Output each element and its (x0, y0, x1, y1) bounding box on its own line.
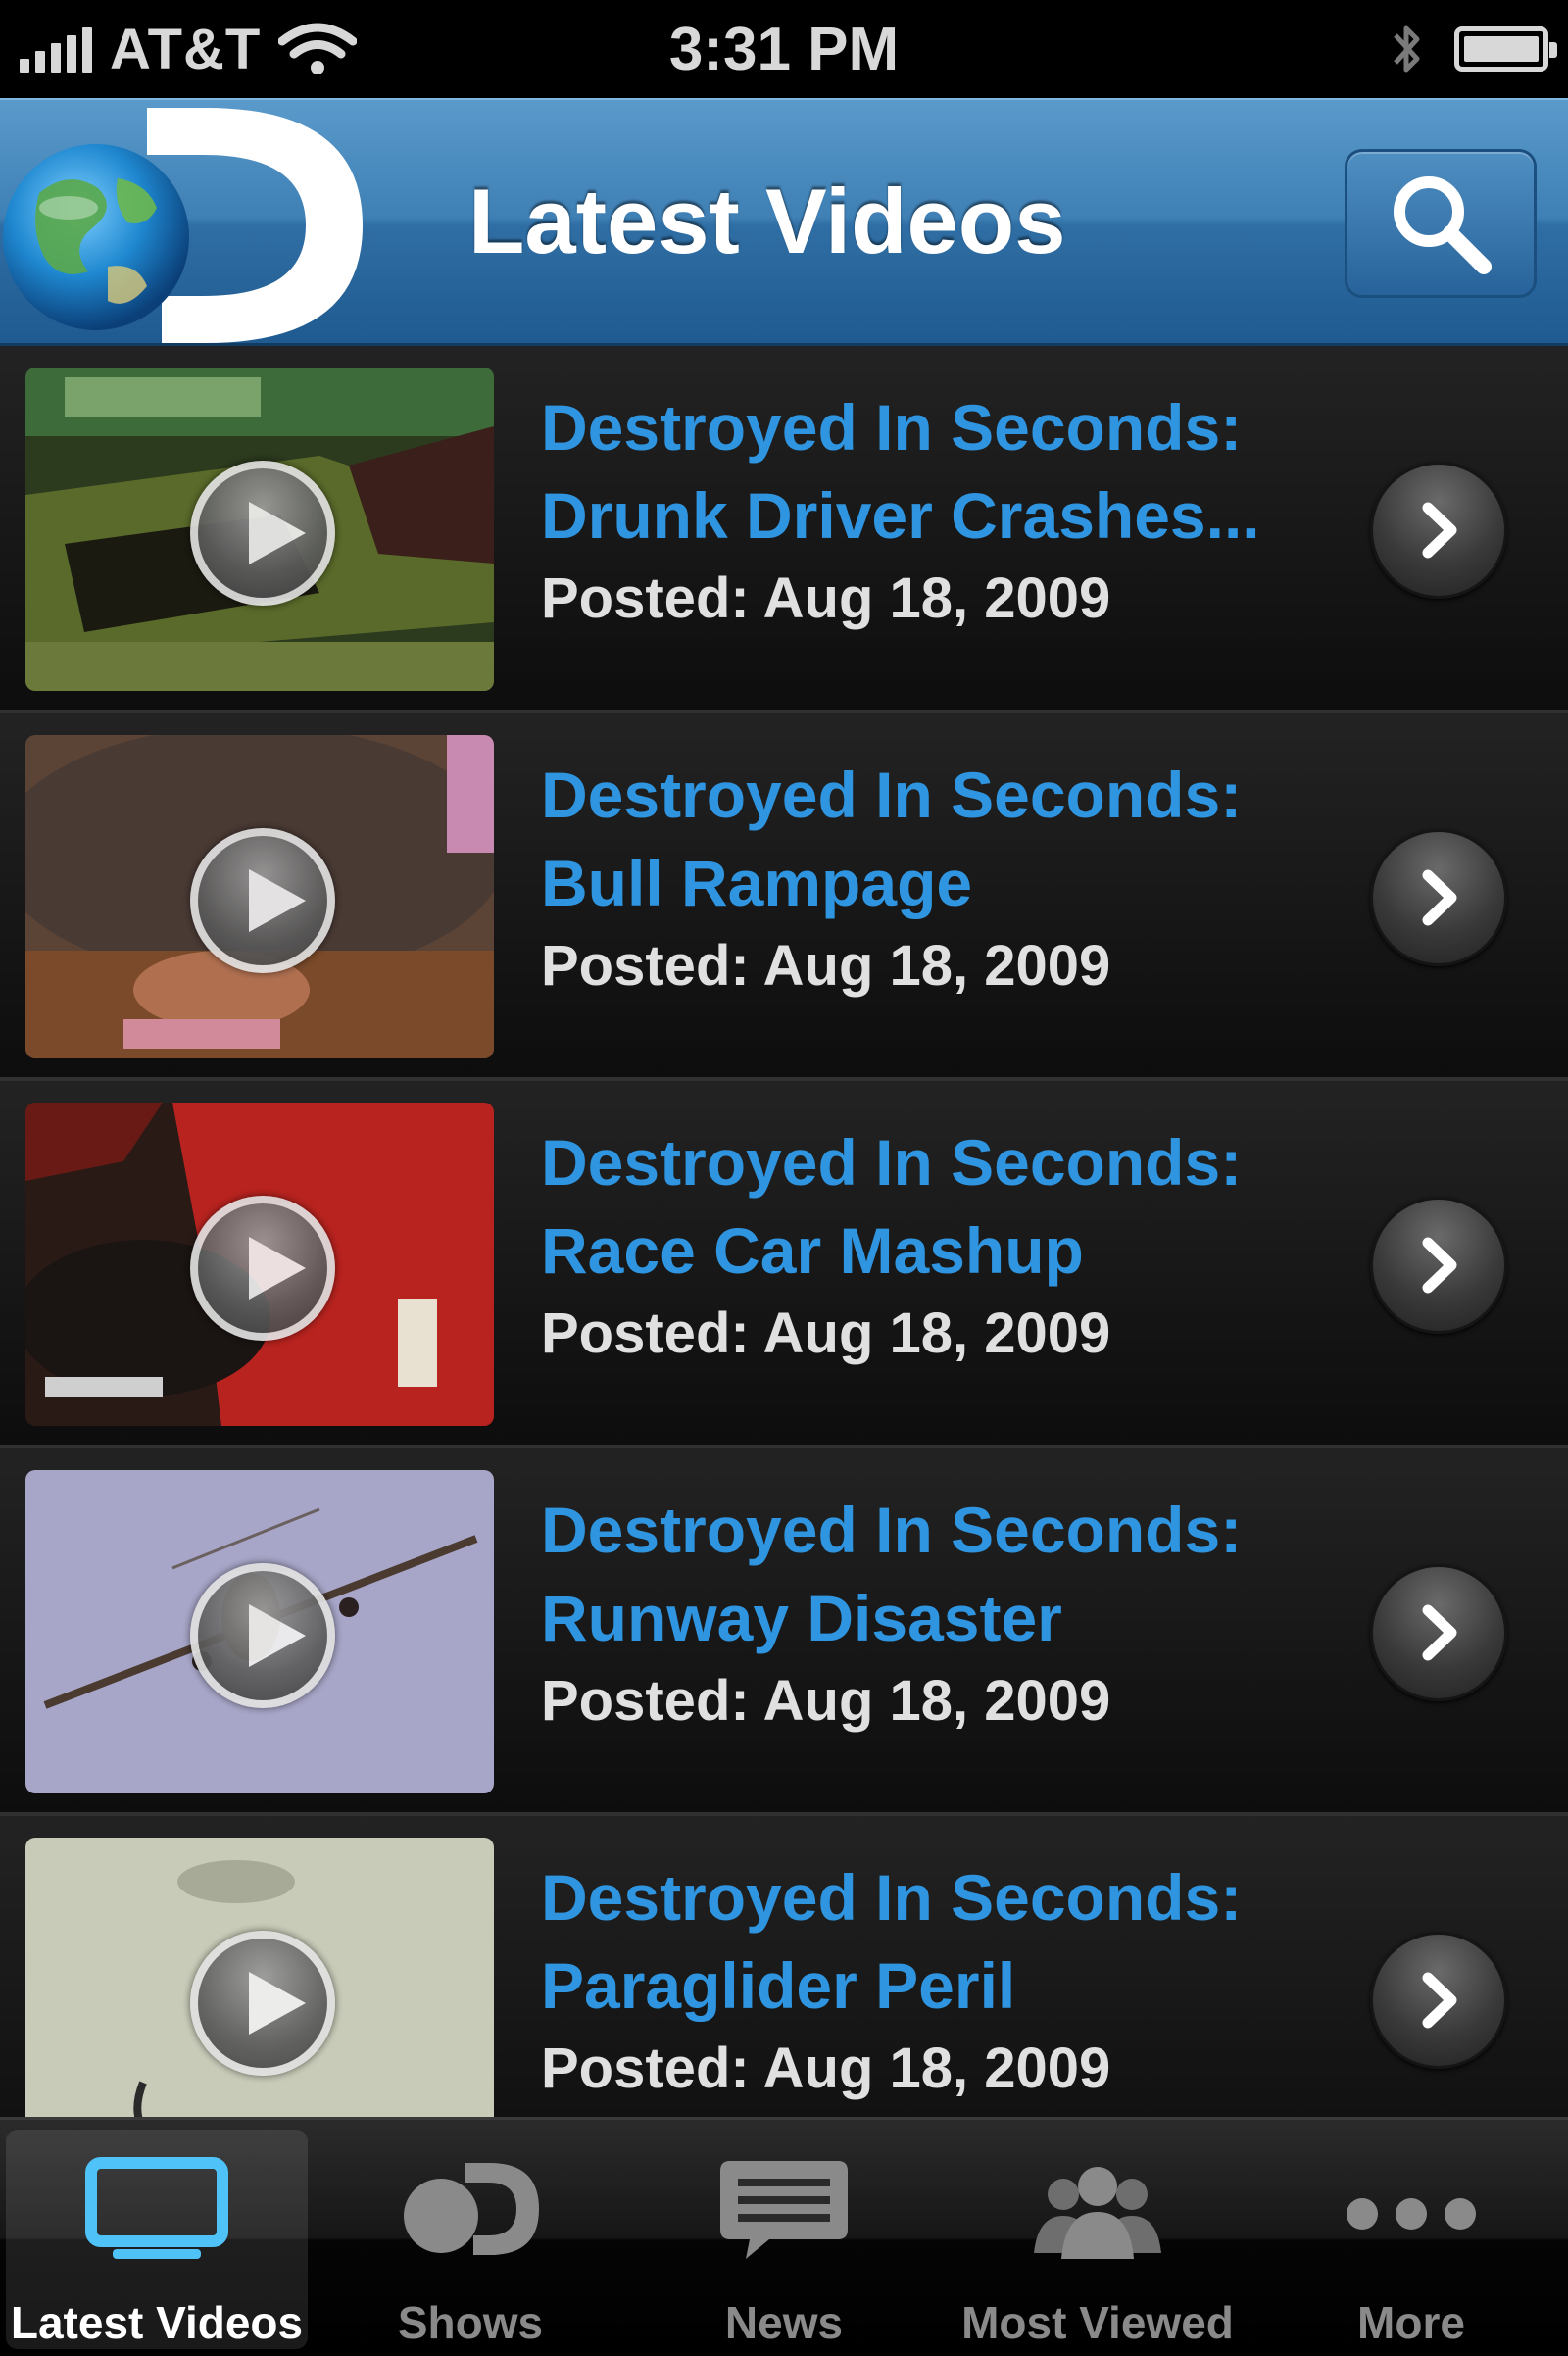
play-icon (190, 1931, 335, 2076)
video-posted-date: Posted: Aug 18, 2009 (541, 934, 1111, 998)
video-title-line2: Race Car Mashup (541, 1214, 1084, 1287)
status-bar: AT&T 3:31 PM (0, 0, 1568, 98)
video-title-line1: Destroyed In Seconds: (541, 1861, 1243, 1934)
tab-shows[interactable]: Shows (314, 2120, 627, 2356)
video-text: Destroyed In Seconds: Paraglider Peril P… (541, 1853, 1325, 2106)
video-thumbnail[interactable] (25, 735, 494, 1058)
video-title-line1: Destroyed In Seconds: (541, 1494, 1243, 1566)
video-text: Destroyed In Seconds: Drunk Driver Crash… (541, 383, 1325, 636)
play-icon (190, 1563, 335, 1708)
video-title-line2: Runway Disaster (541, 1582, 1062, 1654)
status-time: 3:31 PM (668, 15, 900, 83)
video-posted-date: Posted: Aug 18, 2009 (541, 566, 1111, 630)
battery-icon (1454, 26, 1557, 72)
play-icon (190, 828, 335, 973)
chevron-right-icon (1422, 1604, 1457, 1661)
status-left: AT&T (20, 17, 529, 82)
tv-icon (85, 2157, 228, 2259)
tab-label: More (1357, 2297, 1465, 2348)
video-row[interactable]: Destroyed In Seconds: Drunk Driver Crash… (0, 346, 1568, 713)
video-title-line1: Destroyed In Seconds: (541, 759, 1243, 831)
wifi-icon (278, 23, 358, 74)
video-thumbnail[interactable] (25, 1103, 494, 1426)
video-list: Destroyed In Seconds: Drunk Driver Crash… (0, 346, 1568, 2117)
video-title-line2: Drunk Driver Crashes... (541, 479, 1260, 552)
video-title-line2: Paraglider Peril (541, 1949, 1016, 2022)
video-thumbnail[interactable] (25, 1470, 494, 1793)
video-posted-date: Posted: Aug 18, 2009 (541, 1669, 1111, 1733)
detail-disclosure-button[interactable] (1370, 1564, 1507, 1701)
magnifier-icon (1394, 176, 1492, 274)
detail-disclosure-button[interactable] (1370, 462, 1507, 599)
tab-news[interactable]: News (627, 2120, 941, 2356)
video-thumbnail[interactable] (25, 1838, 494, 2117)
detail-disclosure-button[interactable] (1370, 829, 1507, 966)
chevron-right-icon (1422, 502, 1457, 559)
video-row[interactable]: Destroyed In Seconds: Race Car Mashup Po… (0, 1081, 1568, 1448)
video-row[interactable]: Destroyed In Seconds: Paraglider Peril P… (0, 1816, 1568, 2117)
video-row[interactable]: Destroyed In Seconds: Runway Disaster Po… (0, 1448, 1568, 1816)
page-title: Latest Videos (468, 170, 1066, 272)
detail-disclosure-button[interactable] (1370, 1197, 1507, 1334)
video-title-line1: Destroyed In Seconds: (541, 1126, 1243, 1199)
battery-fill (1464, 36, 1539, 62)
video-text: Destroyed In Seconds: Bull Rampage Poste… (541, 751, 1325, 1004)
play-icon (190, 1196, 335, 1341)
more-dots-icon (1347, 2198, 1476, 2230)
tab-label: News (724, 2297, 844, 2348)
tab-most-viewed[interactable]: Most Viewed (941, 2120, 1254, 2356)
status-right (1039, 20, 1557, 78)
speech-bubble-icon (720, 2161, 848, 2259)
video-posted-date: Posted: Aug 18, 2009 (541, 1301, 1111, 1365)
video-text: Destroyed In Seconds: Runway Disaster Po… (541, 1486, 1325, 1739)
navigation-bar: Latest Videos (0, 98, 1568, 346)
tab-label: Latest Videos (10, 2297, 304, 2348)
video-title-line2: Bull Rampage (541, 847, 973, 919)
detail-disclosure-button[interactable] (1370, 1932, 1507, 2069)
video-title-line1: Destroyed In Seconds: (541, 391, 1243, 464)
people-icon (1034, 2167, 1161, 2259)
video-text: Destroyed In Seconds: Race Car Mashup Po… (541, 1118, 1325, 1371)
play-icon (190, 461, 335, 606)
search-button[interactable] (1345, 149, 1537, 298)
bluetooth-icon (1394, 25, 1420, 73)
discovery-logo-icon[interactable] (0, 100, 372, 348)
tab-more[interactable]: More (1254, 2120, 1568, 2356)
carrier-name: AT&T (110, 17, 262, 81)
video-thumbnail[interactable] (25, 368, 494, 691)
chevron-right-icon (1422, 1237, 1457, 1294)
discovery-logo-icon (404, 2163, 539, 2255)
chevron-right-icon (1422, 869, 1457, 926)
chevron-right-icon (1422, 1972, 1457, 2029)
signal-strength-icon (20, 25, 92, 73)
tab-bar: Latest Videos Shows News Most Viewed Mor… (0, 2117, 1568, 2356)
video-row[interactable]: Destroyed In Seconds: Bull Rampage Poste… (0, 713, 1568, 1081)
tab-label: Shows (397, 2297, 544, 2348)
tab-latest-videos[interactable]: Latest Videos (6, 2130, 308, 2349)
video-posted-date: Posted: Aug 18, 2009 (541, 2037, 1111, 2100)
tab-label: Most Viewed (961, 2297, 1234, 2348)
